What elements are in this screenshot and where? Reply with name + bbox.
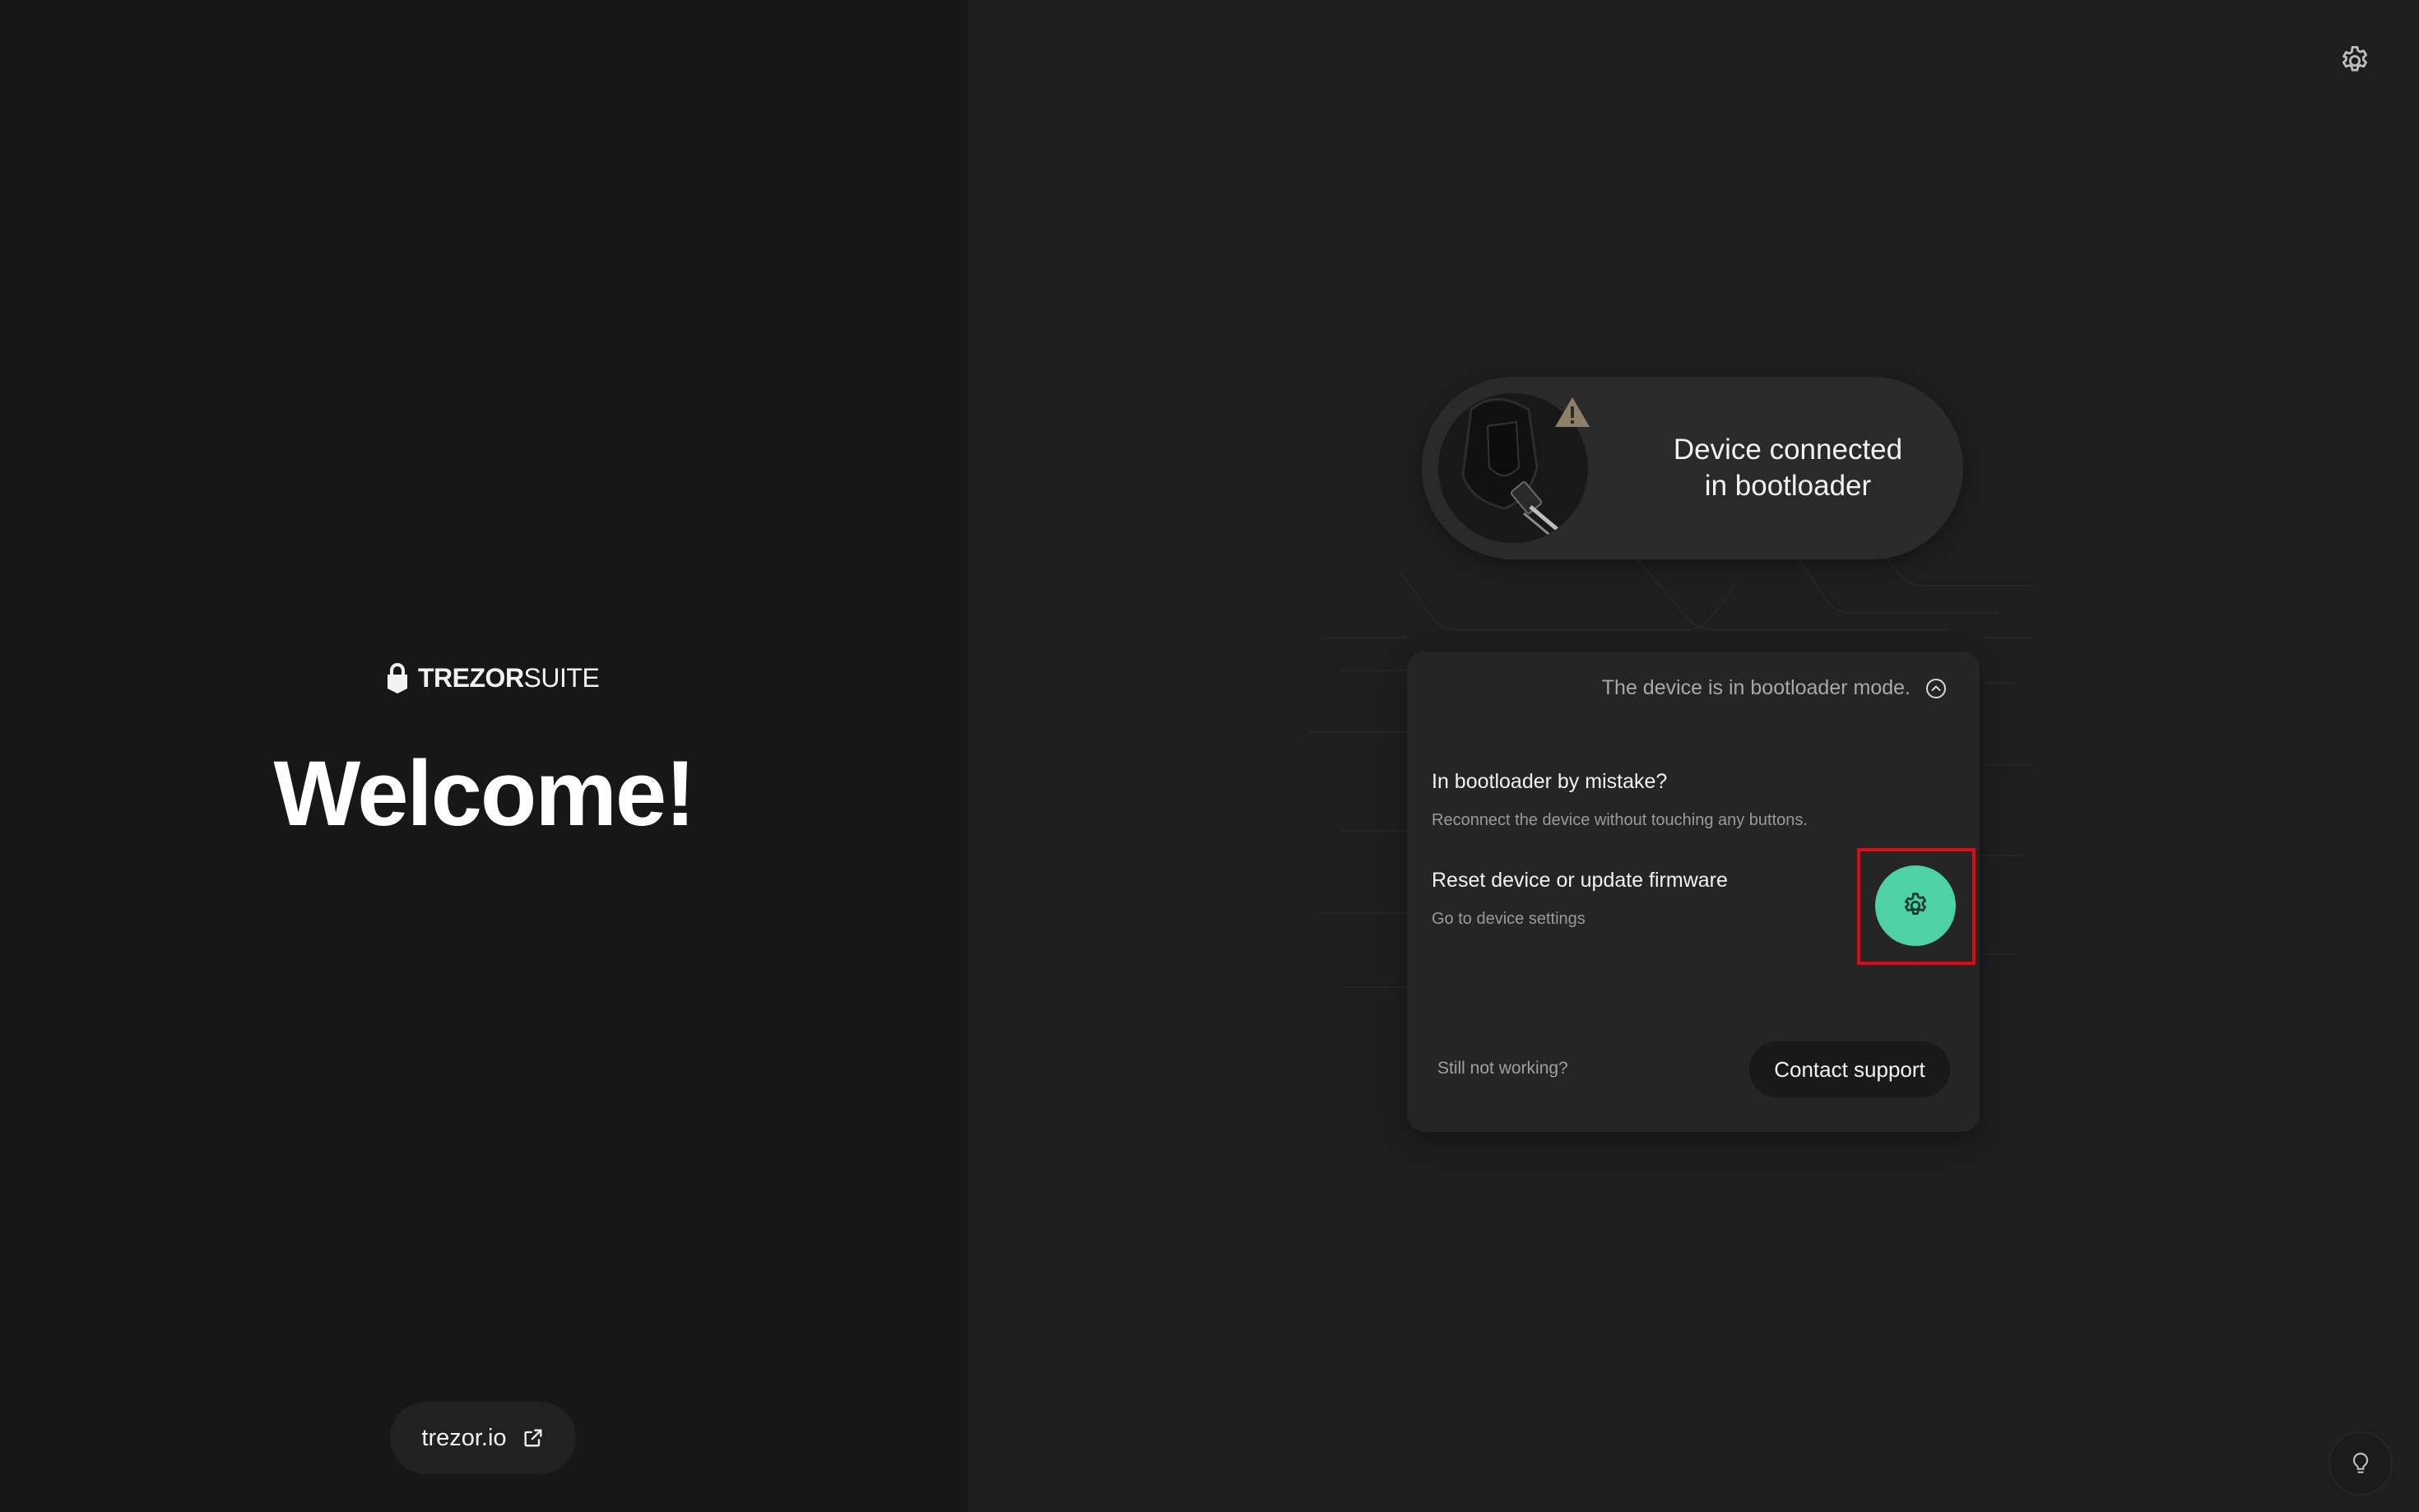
card-header-text: The device is in bootloader mode. [1601,676,1911,699]
status-line-2: in bootloader [1704,470,1872,502]
warning-icon [1555,397,1590,427]
device-status-pill: Device connected in bootloader [1422,377,1963,559]
gear-icon [2342,45,2368,72]
card-header-toggle[interactable]: The device is in bootloader mode. [1602,676,1947,700]
trezor-io-link[interactable]: trezor.io [390,1402,576,1474]
external-link-icon [524,1429,542,1447]
tips-button[interactable] [2328,1431,2393,1496]
mistake-description: Reconnect the device without touching an… [1432,811,1808,829]
reset-title: Reset device or update firmware [1432,869,1728,892]
lightbulb-icon [2352,1452,2369,1473]
reset-description: Go to device settings [1432,910,1586,928]
app-window: TREZORSUITE Welcome! trezor.io Device co… [0,0,2419,1512]
trezor-io-label: trezor.io [421,1424,507,1451]
mistake-title: In bootloader by mistake? [1432,770,1668,793]
chevron-up-icon [1926,678,1946,698]
status-line-1: Device connected [1673,434,1903,466]
logo-text: TREZORSUITE [418,662,600,693]
highlight-box [1857,848,1976,965]
trezor-suite-logo: TREZORSUITE [385,661,600,694]
contact-support-button[interactable]: Contact support [1749,1041,1950,1097]
still-not-working-text: Still not working? [1437,1059,1568,1078]
lock-icon [388,663,407,693]
device-status-text: Device connected in bootloader [1627,377,1948,559]
welcome-heading: Welcome! [273,742,696,845]
settings-button[interactable] [2335,41,2375,81]
welcome-panel: TREZORSUITE Welcome! trezor.io [0,0,968,1512]
